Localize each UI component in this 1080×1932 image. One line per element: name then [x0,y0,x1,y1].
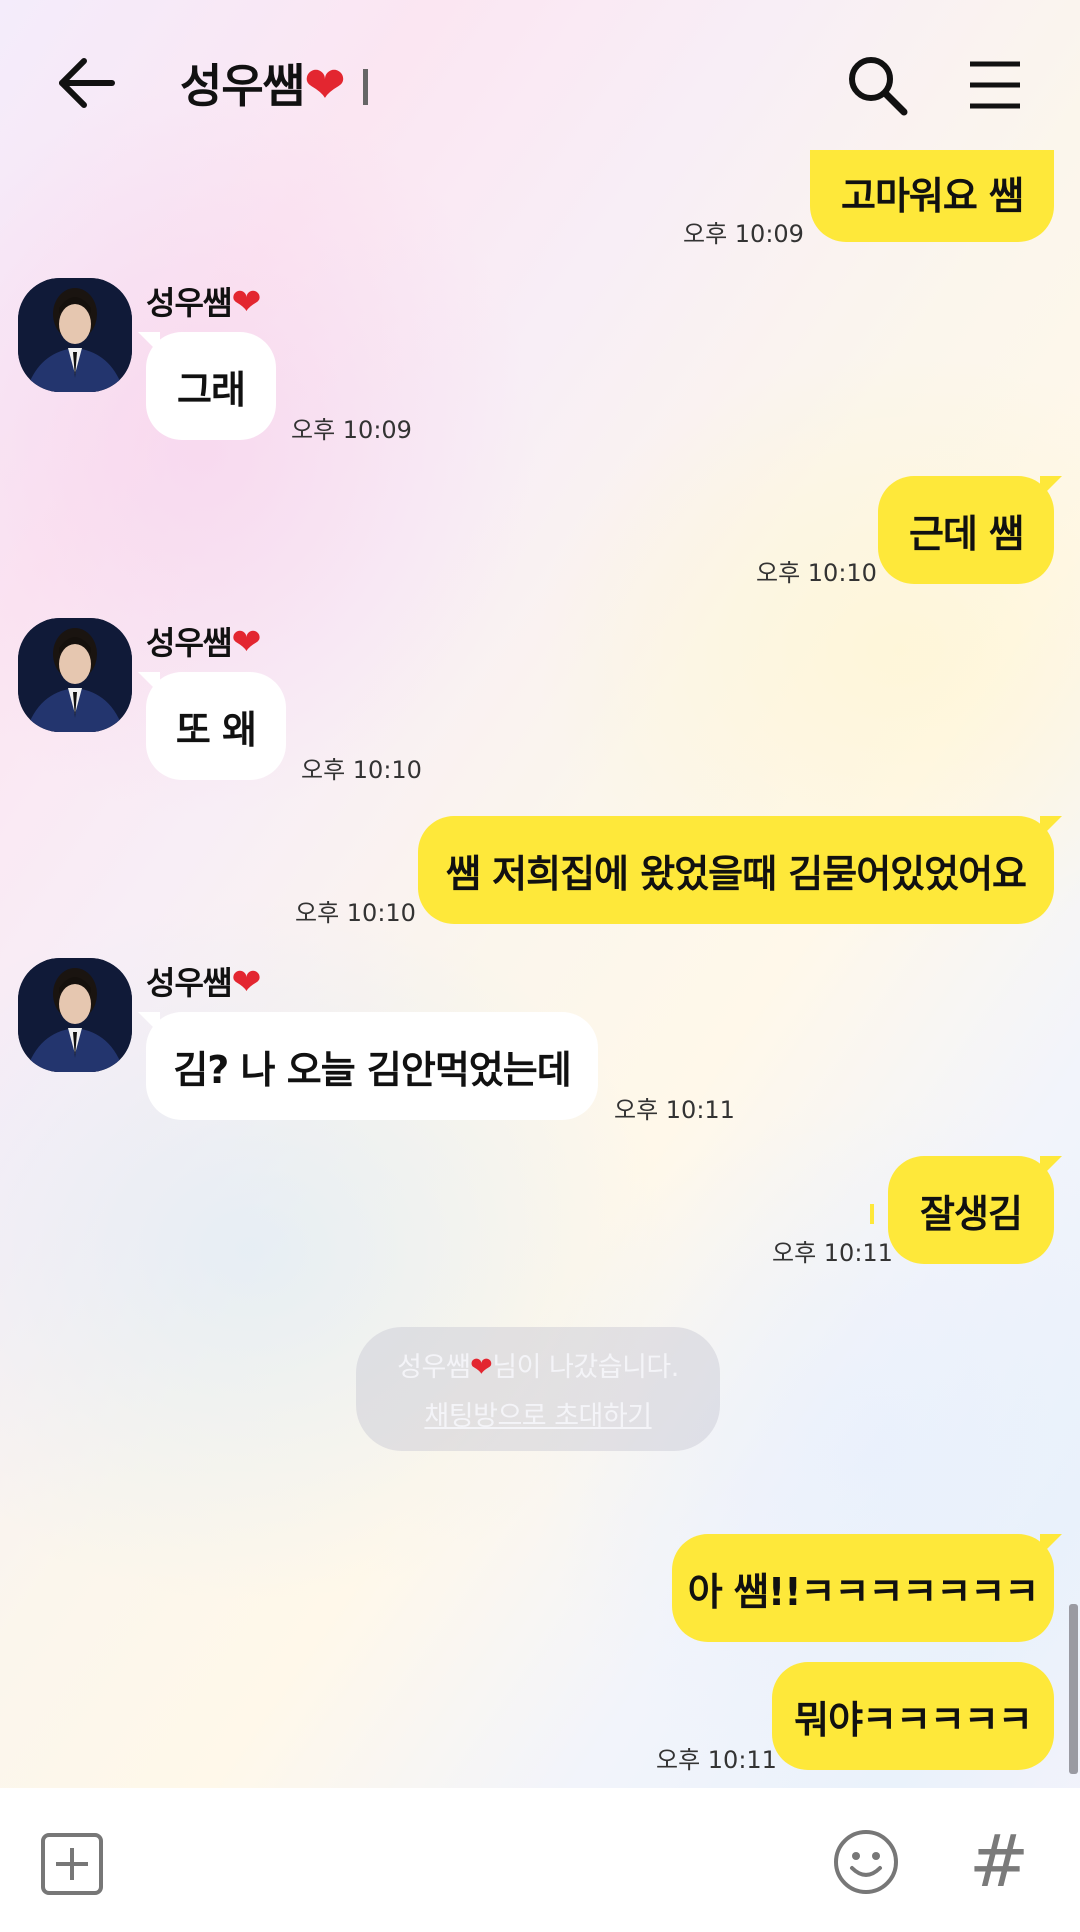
hashtag-search-button[interactable]: # [966,1818,1032,1904]
sender-name: 성우쌤❤ [146,278,262,324]
emoji-button[interactable] [832,1828,900,1896]
sender-name: 성우쌤❤ [146,618,262,664]
my-message-bubble[interactable]: 근데 쌤 [878,476,1054,584]
system-notice: 성우쌤❤님이 나갔습니다. 채팅방으로 초대하기 [356,1327,720,1451]
title-divider [362,69,368,105]
their-message-bubble[interactable]: 김? 나 오늘 김안먹었는데 [138,1012,598,1120]
sender-name-text: 성우쌤 [146,624,232,662]
heart-icon: ❤ [231,282,261,323]
avatar[interactable] [18,278,132,392]
message-time: 오후 10:11 [772,1239,893,1267]
invite-link[interactable]: 채팅방으로 초대하기 [424,1394,652,1433]
menu-button[interactable] [960,50,1030,120]
message-time: 오후 10:11 [656,1746,777,1774]
chat-title: 성우쌤❤ [180,50,368,116]
arrow-left-icon [59,58,115,108]
message-input-bar [0,1788,1080,1932]
my-message-bubble[interactable]: 잘생김 [888,1156,1054,1264]
sender-name-text: 성우쌤 [146,964,232,1002]
my-message-bubble[interactable]: 아 쌤!!ㅋㅋㅋㅋㅋㅋㅋ [672,1534,1054,1642]
sender-name-text: 성우쌤 [146,284,232,322]
search-icon [849,57,908,116]
left-notice-text: 성우쌤❤님이 나갔습니다. [397,1345,679,1384]
heart-icon: ❤ [231,622,261,663]
their-message-bubble[interactable]: 또 왜 [138,672,286,780]
attach-button[interactable] [40,1832,104,1896]
profile-photo [18,618,132,732]
profile-photo [18,958,132,1072]
my-message-bubble[interactable]: 뭐야ㅋㅋㅋㅋㅋ [772,1662,1054,1770]
read-indicator [870,1204,874,1224]
avatar[interactable] [18,618,132,732]
their-message-bubble[interactable]: 그래 [138,332,276,440]
message-time: 오후 10:10 [756,559,877,587]
my-message-bubble[interactable]: 고마워요 쌤 [810,150,1054,242]
scrollbar[interactable] [1069,1604,1078,1774]
heart-icon: ❤ [303,56,346,114]
profile-photo [18,278,132,392]
search-button[interactable] [842,50,912,120]
back-button[interactable] [52,48,122,118]
heart-icon: ❤ [470,1352,493,1383]
heart-icon: ❤ [231,962,261,1003]
my-message-bubble[interactable]: 쌤 저희집에 왔었을때 김묻어있었어요 [418,816,1054,924]
message-time: 오후 10:11 [614,1096,735,1124]
hamburger-menu-icon [970,61,1020,109]
sender-name: 성우쌤❤ [146,958,262,1004]
message-time: 오후 10:10 [301,756,422,784]
notice-name: 성우쌤 [397,1352,471,1383]
chat-title-text: 성우쌤 [180,59,305,113]
smiley-icon [834,1830,898,1894]
message-time: 오후 10:10 [295,899,416,927]
plus-square-icon [41,1833,103,1895]
chat-header: 성우쌤❤ [0,0,1080,168]
notice-left-text: 님이 나갔습니다. [492,1352,679,1383]
message-time: 오후 10:09 [291,416,412,444]
avatar[interactable] [18,958,132,1072]
message-time: 오후 10:09 [683,220,804,248]
